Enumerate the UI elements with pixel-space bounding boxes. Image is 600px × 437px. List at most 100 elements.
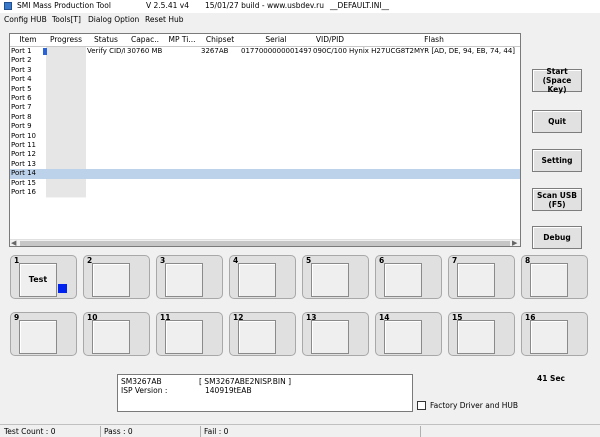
menu-dialog-option[interactable]: Dialog Option	[88, 15, 139, 24]
chip-model: SM3267AB	[121, 377, 162, 386]
port-button[interactable]	[457, 263, 495, 297]
column-header[interactable]: Chipset	[200, 34, 241, 47]
cell-flash: Hynix H27UCG8T2MYR [AD, DE, 94, EB, 74, …	[349, 47, 516, 55]
ini-label: __DEFAULT.INI__	[330, 1, 390, 10]
cell-item: Port 3	[11, 65, 32, 74]
port-panel: 6	[375, 255, 442, 299]
cell-item: Port 16	[11, 188, 37, 196]
table-row[interactable]: Port 16	[10, 188, 520, 199]
factory-driver-label: Factory Driver and HUB	[430, 401, 519, 410]
menu-reset-hub[interactable]: Reset Hub	[145, 15, 184, 24]
menu-bar: Config HUB Tools[T] Dialog Option Reset …	[0, 13, 600, 26]
progress-marker	[43, 48, 47, 55]
scroll-left-icon[interactable]: ◀	[11, 239, 16, 246]
factory-driver-checkbox[interactable]	[417, 401, 426, 410]
port-button[interactable]: Test	[19, 263, 57, 297]
cell-item: Port 11	[11, 141, 37, 149]
table-row[interactable]: Port 3	[10, 65, 520, 77]
table-row[interactable]: Port 8	[10, 112, 520, 124]
port-panel: 15	[448, 312, 515, 356]
cell-item: Port 13	[11, 159, 37, 168]
column-header[interactable]: Progress	[46, 34, 87, 47]
table-row[interactable]: Port 9	[10, 122, 520, 133]
table-row[interactable]: Port 1 Verify CID/E 30760 MB 3267AB 01770000…	[10, 47, 520, 58]
menu-tools[interactable]: Tools[T]	[52, 15, 81, 24]
cell-item: Port 12	[11, 150, 37, 159]
port-button[interactable]	[457, 320, 495, 354]
port-panel: 3	[156, 255, 223, 299]
table-row[interactable]: Port 11	[10, 141, 520, 152]
test-count: Test Count : 0	[4, 427, 56, 436]
port-button[interactable]	[530, 263, 568, 297]
app-icon	[4, 2, 12, 10]
port-button[interactable]	[92, 263, 130, 297]
column-header[interactable]: Capac..	[126, 34, 165, 47]
status-bar: Test Count : 0 Pass : 0 Fail : 0	[0, 424, 600, 437]
status-divider	[200, 426, 201, 437]
column-header[interactable]: VID/PID	[312, 34, 349, 47]
port-button[interactable]	[238, 320, 276, 354]
table-row[interactable]: Port 12	[10, 150, 520, 161]
port-panel: 12	[229, 312, 296, 356]
table-row[interactable]: Port 2	[10, 56, 520, 67]
table-row[interactable]: Port 14	[10, 169, 520, 179]
port-panel: 16	[521, 312, 588, 356]
column-header[interactable]: Flash	[348, 34, 520, 47]
column-header[interactable]: Status	[86, 34, 127, 47]
firmware-file: [ SM3267ABE2NISP.BIN ]	[199, 377, 292, 386]
port-button[interactable]	[530, 320, 568, 354]
setting-button[interactable]: Setting	[532, 149, 582, 172]
horizontal-scrollbar[interactable]: ◀ ▶	[10, 239, 520, 246]
build-label: 15/01/27 build - www.usbdev.ru	[205, 1, 324, 10]
table-row[interactable]: Port 7	[10, 103, 520, 114]
table-row[interactable]: Port 10	[10, 131, 520, 142]
cell-item: Port 14	[11, 169, 37, 178]
table-row[interactable]: Port 4	[10, 75, 520, 86]
cell-capacity: 30760 MB	[127, 47, 163, 55]
start-button[interactable]: Start (Space Key)	[532, 67, 582, 94]
scan-usb-button[interactable]: Scan USB (F5)	[532, 188, 582, 211]
port-panel: 14	[375, 312, 442, 356]
scrollbar-thumb[interactable]	[20, 241, 510, 246]
cell-item: Port 7	[11, 103, 32, 112]
table-row[interactable]: Port 15	[10, 178, 520, 189]
port-button[interactable]	[238, 263, 276, 297]
port-button[interactable]	[19, 320, 57, 354]
cell-item: Port 4	[11, 75, 32, 84]
port-button[interactable]	[92, 320, 130, 354]
cell-item: Port 5	[11, 84, 32, 93]
table-row[interactable]: Port 6	[10, 94, 520, 105]
port-button[interactable]	[384, 320, 422, 354]
device-list[interactable]: Item Progress Status Capac.. MP Ti... Chipset…	[9, 33, 521, 247]
port-button[interactable]	[311, 320, 349, 354]
cell-item: Port 6	[11, 94, 32, 102]
status-indicator	[58, 284, 67, 293]
elapsed-timer: 41 Sec	[537, 374, 565, 383]
port-button[interactable]	[384, 263, 422, 297]
fail-count: Fail : 0	[204, 427, 229, 436]
menu-config-hub[interactable]: Config HUB	[4, 15, 47, 24]
cell-item: Port 9	[11, 122, 32, 131]
table-row[interactable]: Port 13	[10, 159, 520, 171]
column-header[interactable]: Serial	[240, 34, 313, 47]
port-panel: 11	[156, 312, 223, 356]
debug-button[interactable]: Debug	[532, 226, 582, 249]
cell-item: Port 15	[11, 178, 37, 187]
cell-item: Port 2	[11, 56, 32, 65]
port-panel: 13	[302, 312, 369, 356]
cell-status: Verify CID/E	[87, 47, 125, 55]
quit-button[interactable]: Quit	[532, 110, 582, 133]
firmware-info-box: SM3267AB [ SM3267ABE2NISP.BIN ] ISP Versi…	[117, 374, 413, 412]
port-button[interactable]	[165, 320, 203, 354]
port-button[interactable]	[311, 263, 349, 297]
column-header[interactable]: Item	[10, 34, 47, 47]
scroll-right-icon[interactable]: ▶	[512, 239, 517, 246]
port-button[interactable]	[165, 263, 203, 297]
isp-version-value: 140919tEAB	[205, 386, 252, 395]
cell-vidpid: 090C/1000	[313, 47, 347, 55]
column-header[interactable]: MP Ti...	[164, 34, 201, 47]
pass-count: Pass : 0	[104, 427, 133, 436]
cell-chipset: 3267AB	[201, 47, 229, 55]
progress-cell	[46, 188, 86, 199]
table-row[interactable]: Port 5	[10, 84, 520, 95]
